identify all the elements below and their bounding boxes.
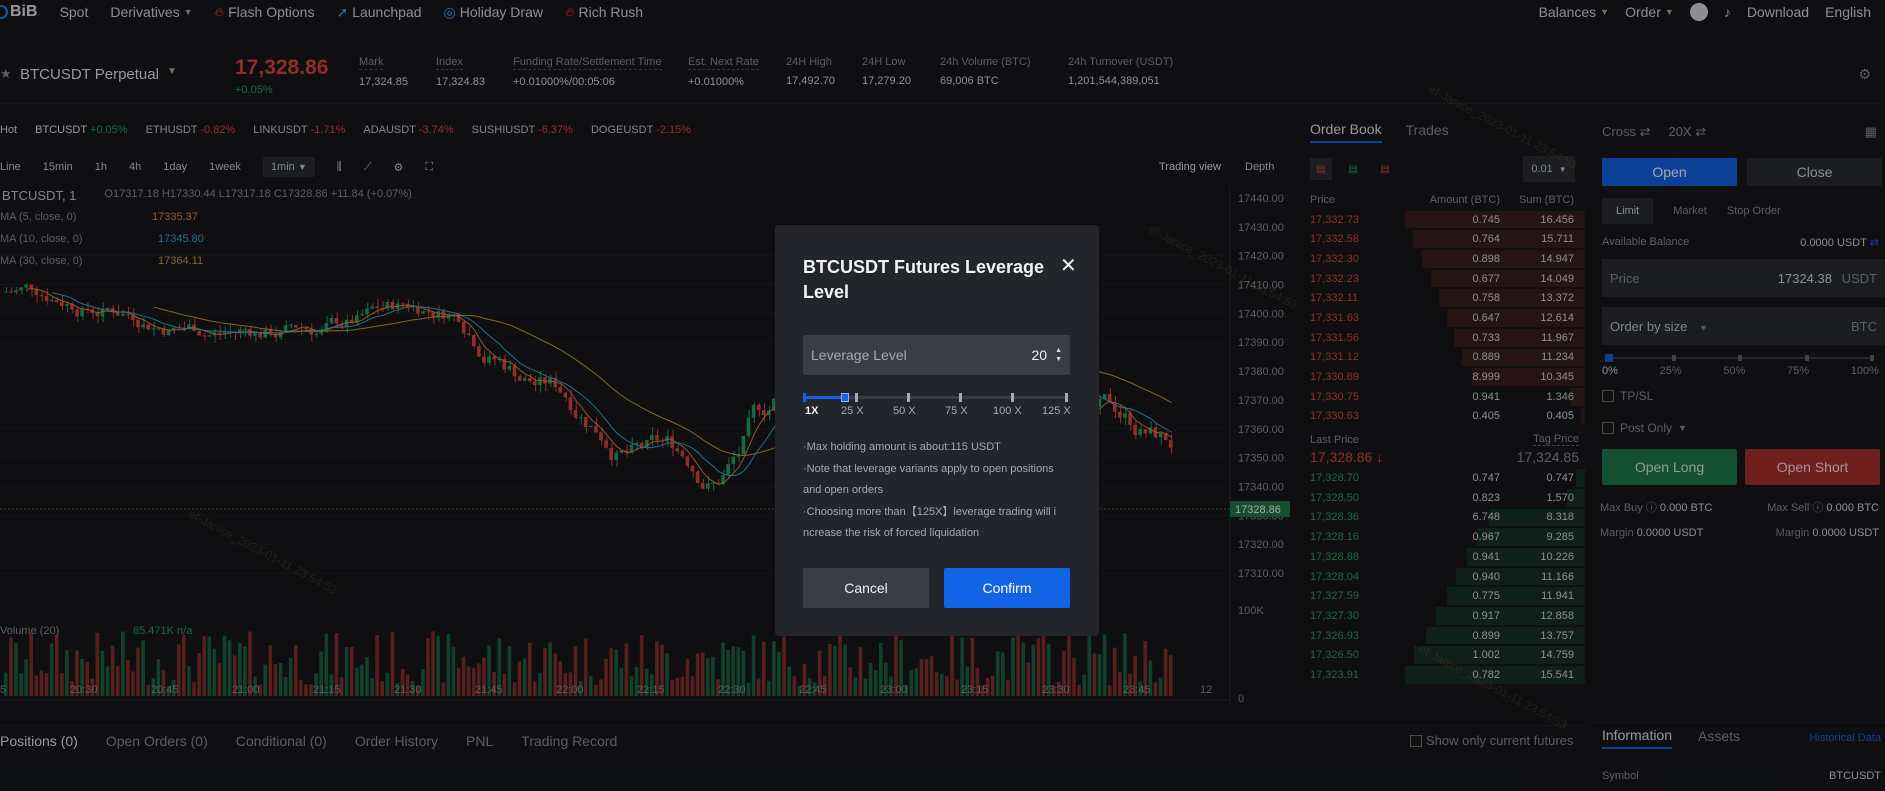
confirm-button[interactable]: Confirm [944,568,1070,608]
leverage-input[interactable]: Leverage Level 20 ▲ ▼ [803,335,1070,375]
cancel-button[interactable]: Cancel [803,568,929,608]
leverage-notes: ·Max holding amount is about:115 USDT ·N… [803,437,1058,545]
close-icon[interactable]: ✕ [1060,253,1077,278]
leverage-slider[interactable] [803,393,1068,402]
stepper-icon[interactable]: ▲ ▼ [1055,346,1062,364]
modal-title: BTCUSDT Futures Leverage Level [803,257,1045,302]
slider-labels: 1X 25 X 50 X 75 X 100 X 125 X [805,405,1071,417]
note-variants: ·Note that leverage variants apply to op… [803,462,1054,497]
slider-handle[interactable] [841,393,850,402]
note-risk: ·Choosing more than【125X】leverage tradin… [803,505,1057,540]
leverage-value: 20 [1031,347,1048,363]
slider-fill [803,396,846,399]
note-max-holding: ·Max holding amount is about:115 USDT [803,441,1001,453]
leverage-modal: BTCUSDT Futures Leverage Level ✕ Leverag… [775,225,1099,636]
